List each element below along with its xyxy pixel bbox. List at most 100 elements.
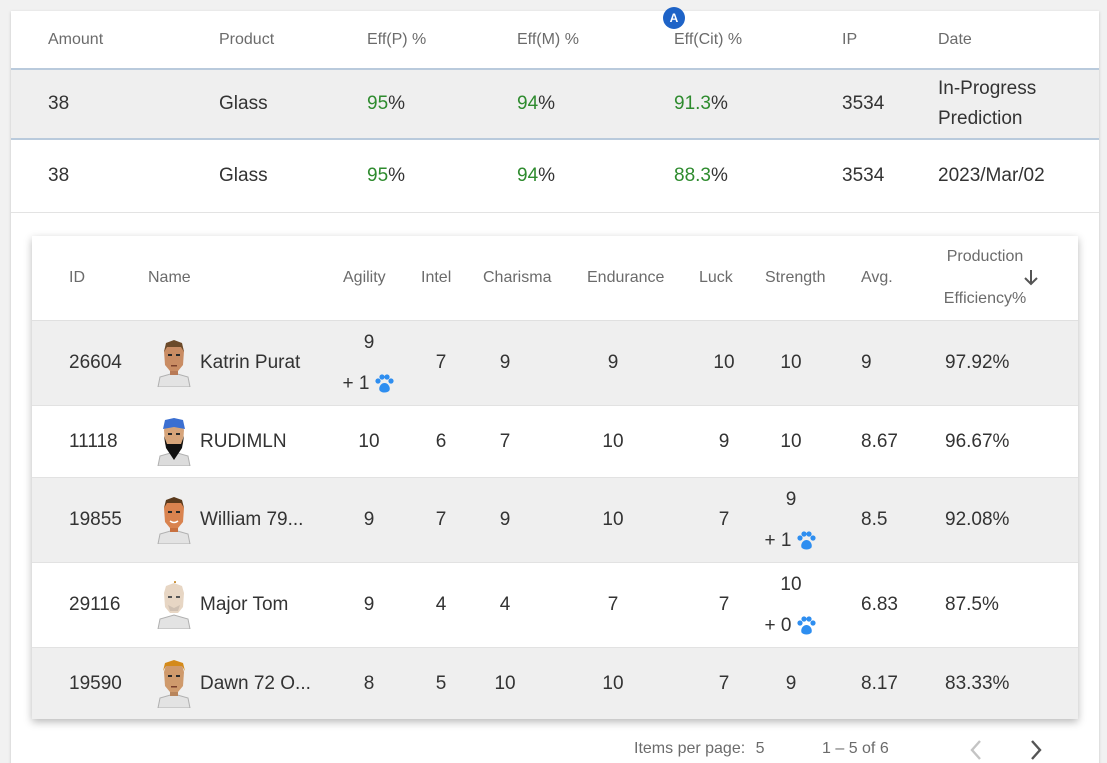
header-ip[interactable]: IP bbox=[842, 11, 857, 68]
name-cell: William 79... bbox=[200, 509, 304, 530]
endurance-cell: 10 bbox=[602, 430, 624, 452]
luck-cell: 7 bbox=[718, 594, 730, 615]
table-row[interactable]: 29116 Major Tom 9 4 4 7 7 10 + 0 6.83 87… bbox=[32, 563, 1078, 648]
sort-desc-icon[interactable] bbox=[1023, 236, 1043, 320]
notification-badge: A bbox=[663, 7, 685, 29]
paw-icon bbox=[797, 530, 817, 549]
strength-cell: 9 + 1 bbox=[758, 478, 824, 562]
table-row[interactable]: 26604 Katrin Purat 9 + 1 7 9 9 10 10 9 9… bbox=[32, 321, 1078, 406]
eff-m-cell: 94% bbox=[517, 93, 556, 114]
table-row[interactable]: 38 Glass 95% 94% 91.3% 3534 In-Progress P… bbox=[11, 68, 1099, 140]
id-cell: 11118 bbox=[69, 430, 118, 452]
header-name[interactable]: Name bbox=[148, 236, 191, 320]
strength-cell: 10 bbox=[780, 430, 802, 452]
paw-icon bbox=[375, 373, 395, 392]
strength-cell: 10 bbox=[780, 352, 802, 373]
charisma-cell: 4 bbox=[499, 594, 511, 615]
paw-icon bbox=[797, 615, 817, 634]
avatar bbox=[154, 406, 194, 477]
id-cell: 29116 bbox=[69, 594, 121, 615]
eff-m-cell: 94% bbox=[517, 165, 556, 186]
luck-cell: 10 bbox=[713, 352, 735, 373]
header-charisma[interactable]: Charisma bbox=[483, 236, 551, 320]
strength-cell: 10 + 0 bbox=[758, 563, 824, 647]
header-luck[interactable]: Luck bbox=[699, 236, 733, 320]
previous-page-button[interactable] bbox=[962, 736, 990, 763]
name-cell: Katrin Purat bbox=[200, 352, 301, 373]
citizens-table-header: ID Name Agility Intel Charisma Endurance… bbox=[32, 236, 1078, 321]
intel-cell: 7 bbox=[435, 509, 447, 530]
citizens-table: ID Name Agility Intel Charisma Endurance… bbox=[32, 236, 1078, 719]
intel-cell: 5 bbox=[435, 672, 447, 694]
items-per-page-select[interactable]: 5 bbox=[756, 740, 765, 757]
charisma-cell: 9 bbox=[499, 509, 511, 530]
endurance-cell: 9 bbox=[607, 352, 619, 373]
id-cell: 19590 bbox=[69, 672, 122, 694]
eff-cit-cell: 88.3% bbox=[674, 165, 728, 186]
agility-cell: 8 bbox=[363, 672, 375, 694]
avg-cell: 9 bbox=[861, 352, 872, 373]
table-row[interactable]: 11118 RUDIMLN 10 6 7 10 9 10 8.67 96.67% bbox=[32, 406, 1078, 478]
agility-cell: 9 bbox=[363, 509, 375, 530]
header-intel[interactable]: Intel bbox=[421, 236, 451, 320]
production-efficiency-cell: 87.5% bbox=[945, 594, 999, 615]
agility-cell: 9 bbox=[363, 594, 375, 615]
charisma-cell: 9 bbox=[499, 352, 511, 373]
avg-cell: 8.5 bbox=[861, 509, 888, 530]
chevron-right-icon bbox=[1031, 740, 1042, 760]
product-cell: Glass bbox=[219, 165, 268, 186]
avatar bbox=[154, 478, 194, 562]
production-efficiency-cell: 97.92% bbox=[945, 352, 1010, 373]
header-strength[interactable]: Strength bbox=[765, 236, 825, 320]
page-range: 1 – 5 of 6 bbox=[822, 740, 889, 757]
amount-cell: 38 bbox=[48, 93, 70, 114]
ip-cell: 3534 bbox=[842, 165, 885, 186]
production-efficiency-cell: 92.08% bbox=[945, 509, 1010, 530]
charisma-cell: 7 bbox=[499, 430, 511, 452]
id-cell: 26604 bbox=[69, 352, 122, 373]
date-cell: 2023/Mar/02 bbox=[938, 165, 1045, 186]
items-per-page: Items per page: 5 bbox=[634, 740, 765, 758]
next-page-button[interactable] bbox=[1022, 736, 1050, 763]
header-date[interactable]: Date bbox=[938, 11, 1098, 68]
luck-cell: 9 bbox=[718, 430, 730, 452]
header-endurance[interactable]: Endurance bbox=[587, 236, 664, 320]
header-id[interactable]: ID bbox=[69, 236, 85, 320]
intel-cell: 4 bbox=[435, 594, 447, 615]
endurance-cell: 10 bbox=[602, 509, 624, 530]
header-eff-p[interactable]: Eff(P) % bbox=[367, 11, 426, 68]
avg-cell: 8.17 bbox=[861, 672, 898, 694]
header-agility[interactable]: Agility bbox=[343, 236, 386, 320]
agility-cell: 10 bbox=[358, 430, 380, 452]
header-avg[interactable]: Avg. bbox=[861, 236, 893, 320]
production-table: Amount Product Eff(P) % Eff(M) % Eff(Cit… bbox=[11, 11, 1099, 213]
production-efficiency-cell: 96.67% bbox=[945, 430, 1010, 452]
header-amount[interactable]: Amount bbox=[48, 11, 103, 68]
eff-cit-cell: 91.3% bbox=[674, 93, 728, 114]
luck-cell: 7 bbox=[718, 509, 730, 530]
id-cell: 19855 bbox=[69, 509, 122, 530]
intel-cell: 7 bbox=[435, 352, 447, 373]
endurance-cell: 10 bbox=[602, 672, 624, 694]
header-eff-m[interactable]: Eff(M) % bbox=[517, 11, 579, 68]
avatar bbox=[154, 321, 194, 405]
production-table-header: Amount Product Eff(P) % Eff(M) % Eff(Cit… bbox=[11, 11, 1099, 68]
date-cell: In-Progress Prediction bbox=[938, 78, 1037, 129]
items-per-page-label: Items per page: bbox=[634, 740, 746, 757]
eff-p-cell: 95% bbox=[367, 93, 406, 114]
table-row[interactable]: 19855 William 79... 9 7 9 10 7 9 + 1 8.5… bbox=[32, 478, 1078, 563]
ip-cell: 3534 bbox=[842, 93, 885, 114]
product-cell: Glass bbox=[219, 93, 268, 114]
luck-cell: 7 bbox=[718, 672, 730, 694]
header-product[interactable]: Product bbox=[219, 11, 274, 68]
name-cell: RUDIMLN bbox=[200, 430, 287, 452]
avatar bbox=[154, 648, 194, 719]
intel-cell: 6 bbox=[435, 430, 447, 452]
endurance-cell: 7 bbox=[607, 594, 619, 615]
charisma-cell: 10 bbox=[494, 672, 516, 694]
table-row[interactable]: 19590 Dawn 72 O... 8 5 10 10 7 9 8.17 83… bbox=[32, 648, 1078, 719]
strength-cell: 9 bbox=[785, 672, 797, 694]
table-row[interactable]: 38 Glass 95% 94% 88.3% 3534 2023/Mar/02 bbox=[11, 140, 1099, 213]
avatar bbox=[154, 563, 194, 647]
name-cell: Major Tom bbox=[200, 594, 289, 615]
